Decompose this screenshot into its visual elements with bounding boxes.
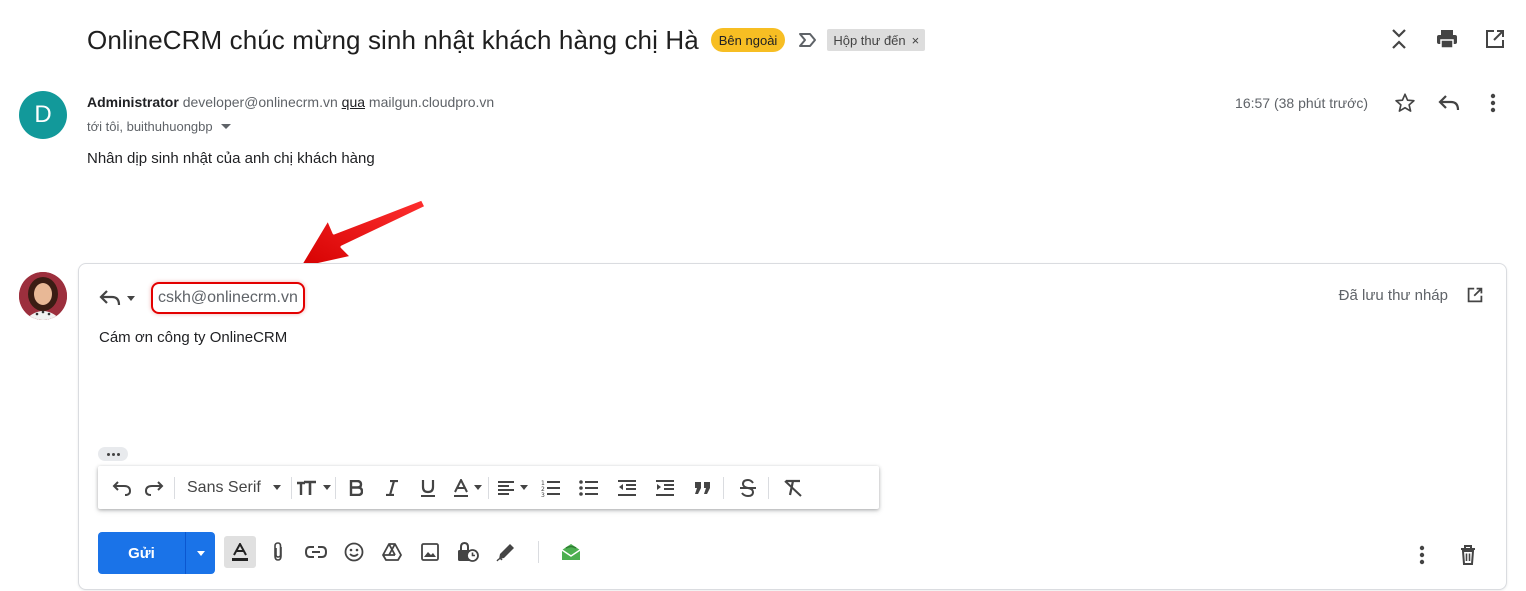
send-button-group: Gửi [98,532,215,574]
expand-collapse-icon[interactable] [1386,26,1412,52]
thread-actions [1386,26,1508,52]
draft-status-text: Đã lưu thư nháp [1338,286,1448,304]
compose-tools [224,536,587,568]
redo-icon[interactable] [138,472,170,504]
recipients-text: tới tôi, buithuhuongbp [87,119,213,134]
align-icon[interactable] [497,472,529,504]
remove-formatting-icon[interactable] [777,472,809,504]
italic-icon[interactable] [376,472,408,504]
numbered-list-icon[interactable]: 123 [535,472,567,504]
discard-draft-icon[interactable] [1452,539,1484,571]
more-vert-icon[interactable] [1480,90,1506,116]
insert-signature-icon[interactable] [490,536,522,568]
attach-file-icon[interactable] [262,536,294,568]
text-color-icon[interactable] [452,472,484,504]
reply-type-caret-icon[interactable] [127,295,135,301]
sender-avatar[interactable]: D [19,91,67,139]
show-trimmed-content-icon[interactable] [98,447,128,461]
insert-link-icon[interactable] [300,536,332,568]
recipient-field[interactable]: cskh@onlinecrm.vn [151,282,305,314]
show-details-icon[interactable] [220,124,231,129]
sender-line: Administrator developer@onlinecrm.vn qua… [87,94,494,110]
reply-compose: cskh@onlinecrm.vn Đã lưu thư nháp Cám ơn… [78,263,1507,590]
pop-out-icon[interactable] [1466,286,1484,304]
draft-status: Đã lưu thư nháp [1339,286,1484,304]
formatting-options-icon[interactable] [224,536,256,568]
label-inbox-text: Hộp thư đến [833,32,906,48]
via-link[interactable]: qua [342,94,365,110]
font-size-icon[interactable] [296,472,331,504]
confidential-mode-icon[interactable] [452,536,484,568]
remove-label-icon[interactable]: × [912,33,920,48]
formatting-toolbar: Sans Serif 123 [98,466,879,509]
send-button[interactable]: Gửi [98,532,185,574]
message-time: 16:57 (38 phút trước) [1235,95,1368,111]
subject-row: OnlineCRM chúc mừng sinh nhật khách hàng… [87,22,926,58]
google-drive-icon[interactable] [376,536,408,568]
via-domain: mailgun.cloudpro.vn [368,94,495,110]
strikethrough-icon[interactable] [732,472,764,504]
importance-marker-icon[interactable] [797,29,819,51]
open-new-window-icon[interactable] [1482,26,1508,52]
message-actions: 16:57 (38 phút trước) [1235,90,1506,116]
undo-icon[interactable] [106,472,138,504]
indent-less-icon[interactable] [611,472,643,504]
toolbar-divider [538,541,539,563]
toolbar-divider [767,476,769,499]
addon-mail-icon[interactable] [555,536,587,568]
bold-icon[interactable] [340,472,372,504]
sender-email: developer@onlinecrm.vn [182,94,338,110]
insert-emoji-icon[interactable] [338,536,370,568]
print-icon[interactable] [1434,26,1460,52]
user-avatar[interactable] [19,272,67,320]
toolbar-divider [334,476,336,499]
font-family-select[interactable]: Sans Serif [179,479,287,497]
svg-text:3: 3 [541,492,545,497]
toolbar-divider [487,476,489,499]
toolbar-divider [174,476,175,499]
insert-photo-icon[interactable] [414,536,446,568]
bulleted-list-icon[interactable] [573,472,605,504]
indent-more-icon[interactable] [649,472,681,504]
font-caret-icon [272,485,281,490]
more-options-icon[interactable] [1406,539,1438,571]
reply-body[interactable]: Cám ơn công ty OnlineCRM [99,329,287,346]
sender-name[interactable]: Administrator [87,94,179,110]
label-external[interactable]: Bên ngoài [710,28,786,52]
star-icon[interactable] [1392,90,1418,116]
send-options-button[interactable] [185,532,215,574]
underline-icon[interactable] [412,472,444,504]
label-inbox[interactable]: Hộp thư đến × [827,29,926,51]
reply-header: cskh@onlinecrm.vn [97,282,305,314]
compose-more-actions [1406,539,1484,571]
recipients-line: tới tôi, buithuhuongbp [87,119,231,134]
message-body: Nhân dịp sinh nhật của anh chị khách hàn… [87,150,375,167]
send-options-caret-icon [196,550,205,556]
toolbar-divider [722,476,724,499]
reply-icon[interactable] [1436,90,1462,116]
toolbar-divider [290,476,292,499]
thread-subject: OnlineCRM chúc mừng sinh nhật khách hàng… [87,24,699,55]
reply-type-icon[interactable] [97,285,123,311]
font-family-value: Sans Serif [187,478,261,496]
quote-icon[interactable] [687,472,719,504]
